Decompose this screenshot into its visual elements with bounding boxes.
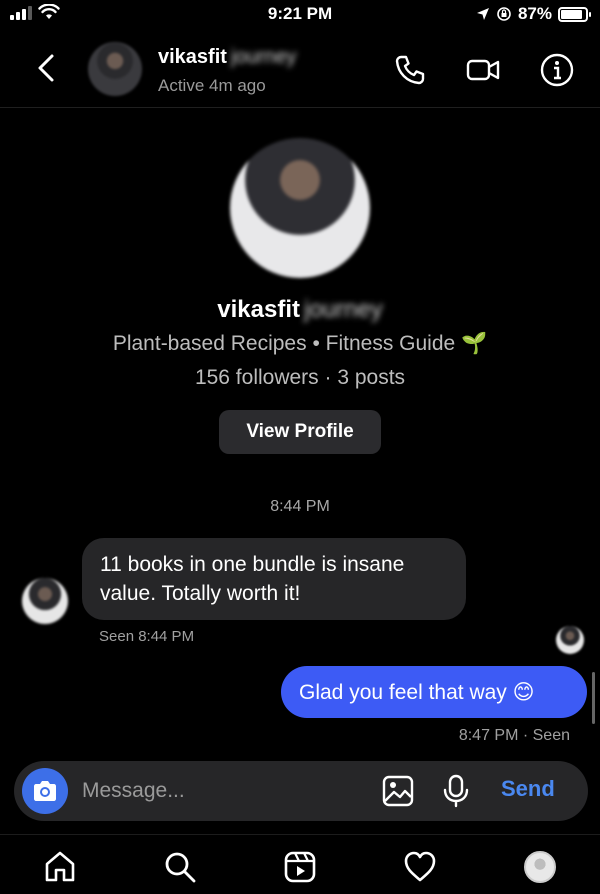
outgoing-message[interactable]: Glad you feel that way 😊 (281, 666, 587, 718)
profile-bio: Plant-based Recipes • Fitness Guide 🌱 (112, 332, 488, 355)
bottom-nav (0, 834, 600, 894)
scrollbar[interactable] (592, 672, 595, 724)
header-avatar[interactable] (88, 42, 142, 96)
battery-percent: 87% (517, 4, 552, 23)
sender-avatar[interactable] (22, 578, 68, 624)
back-arrow-icon[interactable] (32, 50, 62, 86)
chat-header: vikasfit journey Active 4m ago (0, 30, 600, 108)
nav-activity[interactable] (400, 847, 440, 887)
home-icon (45, 851, 75, 882)
phone-icon (395, 55, 425, 85)
heart-icon (404, 851, 436, 882)
incoming-message[interactable]: 11 books in one bundle is insane value. … (82, 538, 466, 620)
video-call-button[interactable] (465, 52, 501, 88)
battery-icon (558, 6, 591, 22)
audio-call-button[interactable] (392, 52, 428, 88)
gallery-button[interactable] (380, 773, 416, 809)
message-composer: Send (14, 761, 588, 821)
profile-avatar (524, 851, 556, 883)
voice-message-button[interactable] (438, 773, 474, 809)
profile-stats: 156 followers · 3 posts (194, 366, 406, 389)
info-button[interactable] (539, 52, 575, 88)
profile-username-text: vikasfit (217, 296, 300, 323)
profile-username: vikasfit journey (0, 296, 600, 324)
microphone-icon (443, 774, 469, 808)
view-profile-button[interactable]: View Profile (219, 410, 381, 454)
send-button[interactable]: Send (501, 776, 555, 802)
camera-button[interactable] (22, 768, 68, 814)
image-icon (382, 775, 414, 807)
nav-profile[interactable] (520, 847, 560, 887)
battery-fill (561, 9, 582, 19)
header-username-blurred: journey (230, 46, 297, 68)
location-arrow-icon (476, 8, 489, 20)
status-bar: 9:21 PM 87% (0, 0, 600, 30)
orientation-lock-icon (497, 7, 511, 21)
status-right: 87% (476, 4, 591, 24)
nav-search[interactable] (160, 847, 200, 887)
header-username[interactable]: vikasfit journey (158, 46, 297, 69)
nav-reels[interactable] (280, 847, 320, 887)
info-icon (540, 53, 574, 87)
search-icon (165, 852, 196, 883)
active-status: Active 4m ago (158, 76, 266, 95)
header-username-text: vikasfit (158, 46, 227, 68)
camera-icon (34, 781, 56, 801)
profile-username-blurred: journey (304, 296, 383, 323)
nav-home[interactable] (40, 847, 80, 887)
reels-icon (284, 851, 316, 883)
video-camera-icon (466, 59, 500, 81)
outgoing-message-meta: 8:47 PM · Seen (458, 727, 570, 744)
profile-avatar-large[interactable] (230, 138, 370, 278)
incoming-message-meta: Seen 8:44 PM (99, 628, 195, 645)
read-receipt-avatar (556, 626, 584, 654)
message-input[interactable] (82, 773, 372, 809)
conversation-timestamp: 8:44 PM (270, 498, 330, 515)
